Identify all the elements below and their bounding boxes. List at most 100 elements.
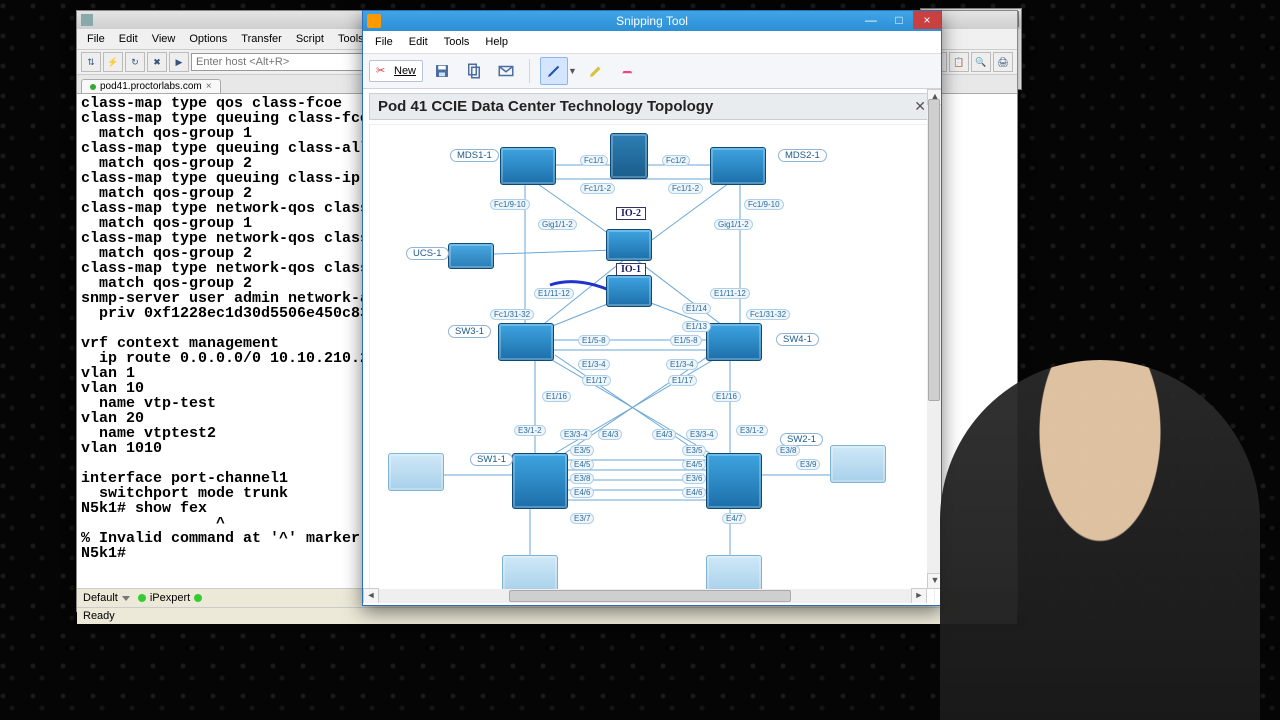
port-label: E3/8 xyxy=(776,445,800,456)
snip-title: Snipping Tool xyxy=(616,14,688,28)
pen-dropdown-icon[interactable]: ▼ xyxy=(568,66,577,76)
snip-new-button[interactable]: ✂ New xyxy=(369,60,423,82)
port-label: E3/7 xyxy=(570,513,594,524)
scissors-icon: ✂ xyxy=(376,64,390,78)
port-label: E1/3-4 xyxy=(666,359,698,370)
label-sw4: SW4-1 xyxy=(776,333,819,346)
port-label: Fc1/31-32 xyxy=(746,309,790,320)
tb-disconnect-icon[interactable]: ✖ xyxy=(147,52,167,72)
port-label: E3/9 xyxy=(796,459,820,470)
node-edge-left[interactable] xyxy=(388,453,444,491)
highlighter-icon[interactable] xyxy=(583,58,609,84)
port-label: E3/3-4 xyxy=(686,429,718,440)
node-ucs1[interactable] xyxy=(448,243,494,269)
tb-quick-connect-icon[interactable]: ⚡ xyxy=(103,52,123,72)
tb-paste-icon[interactable]: 📋 xyxy=(949,52,969,72)
snip-menu-help[interactable]: Help xyxy=(479,34,514,50)
scroll-right-icon[interactable]: ► xyxy=(911,588,927,603)
vscroll-thumb[interactable] xyxy=(928,99,940,401)
vertical-scrollbar[interactable]: ▲ ▼ xyxy=(927,89,941,589)
node-edge-right[interactable] xyxy=(830,445,886,483)
port-label: E1/13 xyxy=(682,321,711,332)
snip-menubar: FileEditToolsHelp xyxy=(363,31,941,54)
label-mds2: MDS2-1 xyxy=(778,149,827,162)
topology-canvas[interactable]: MDS1-1 MDS2-1 UCS-1 IO-2 IO-1 SW3-1 SW4-… xyxy=(369,124,935,603)
eraser-icon[interactable] xyxy=(615,58,641,84)
snip-app-icon xyxy=(367,14,381,28)
tab-close-icon[interactable]: × xyxy=(206,81,212,92)
save-icon[interactable] xyxy=(429,58,455,84)
port-label: E4/3 xyxy=(652,429,676,440)
tb-reconnect-icon[interactable]: ↻ xyxy=(125,52,145,72)
dropdown-icon[interactable] xyxy=(122,596,130,601)
node-fex-right[interactable] xyxy=(706,555,762,593)
node-fex-left[interactable] xyxy=(502,555,558,593)
snipping-tool-window: Snipping Tool — □ × FileEditToolsHelp ✂ … xyxy=(362,10,942,606)
topology-header: Pod 41 CCIE Data Center Technology Topol… xyxy=(369,93,935,120)
topology-close-icon[interactable]: ✕ xyxy=(914,98,926,115)
port-label: E3/1-2 xyxy=(736,425,768,436)
menu-options[interactable]: Options xyxy=(183,31,233,47)
port-label: E1/5-8 xyxy=(578,335,610,346)
node-sw3[interactable] xyxy=(498,323,554,361)
snip-menu-file[interactable]: File xyxy=(369,34,399,50)
terminal-sys-icon xyxy=(81,14,93,26)
snip-new-label: New xyxy=(394,65,416,77)
port-label: Fc1/2 xyxy=(662,155,690,166)
node-server[interactable] xyxy=(610,133,648,179)
menu-view[interactable]: View xyxy=(146,31,182,47)
port-label: Fc1/1-2 xyxy=(580,183,615,194)
host-input[interactable] xyxy=(191,53,371,71)
menu-edit[interactable]: Edit xyxy=(113,31,144,47)
status-led2-icon xyxy=(194,594,202,602)
node-io1[interactable] xyxy=(606,275,652,307)
port-label: E3/8 xyxy=(570,473,594,484)
snip-titlebar[interactable]: Snipping Tool — □ × xyxy=(363,11,941,31)
port-label: E1/11-12 xyxy=(710,288,750,299)
port-label: E3/5 xyxy=(682,445,706,456)
node-mds1[interactable] xyxy=(500,147,556,185)
port-label: E1/14 xyxy=(682,303,711,314)
note-io1: IO-1 xyxy=(616,263,646,276)
horizontal-scrollbar[interactable]: ◄ ► xyxy=(363,589,927,603)
node-mds2[interactable] xyxy=(710,147,766,185)
menu-script[interactable]: Script xyxy=(290,31,330,47)
terminal-tab-active[interactable]: pod41.proctorlabs.com × xyxy=(81,79,221,93)
port-label: E1/3-4 xyxy=(578,359,610,370)
snip-close-button[interactable]: × xyxy=(913,11,941,29)
snip-menu-tools[interactable]: Tools xyxy=(438,34,476,50)
tb-find-icon[interactable]: 🔍 xyxy=(971,52,991,72)
port-label: E1/11-12 xyxy=(534,288,574,299)
snip-maximize-button[interactable]: □ xyxy=(885,11,913,29)
note-io2: IO-2 xyxy=(616,207,646,220)
node-sw2-core[interactable] xyxy=(706,453,762,509)
menu-transfer[interactable]: Transfer xyxy=(235,31,288,47)
port-label: E4/7 xyxy=(722,513,746,524)
pen-tool-button[interactable] xyxy=(540,57,568,85)
node-sw1[interactable] xyxy=(512,453,568,509)
tb-script-icon[interactable]: ▶ xyxy=(169,52,189,72)
port-label: E1/5-8 xyxy=(670,335,702,346)
tb-print-icon[interactable]: 🖨 xyxy=(993,52,1013,72)
port-label: E1/17 xyxy=(582,375,611,386)
port-label: E1/16 xyxy=(712,391,741,402)
scroll-left-icon[interactable]: ◄ xyxy=(363,588,379,603)
port-label: E3/1-2 xyxy=(514,425,546,436)
port-label: E4/5 xyxy=(570,459,594,470)
label-sw1: SW1-1 xyxy=(470,453,513,466)
node-io2[interactable] xyxy=(606,229,652,261)
copy-icon[interactable] xyxy=(461,58,487,84)
menu-file[interactable]: File xyxy=(81,31,111,47)
node-sw4[interactable] xyxy=(706,323,762,361)
snip-menu-edit[interactable]: Edit xyxy=(403,34,434,50)
port-label: Fc1/31-32 xyxy=(490,309,534,320)
tb-connect-icon[interactable]: ⇅ xyxy=(81,52,101,72)
port-label: Fc1/1-2 xyxy=(668,183,703,194)
email-icon[interactable] xyxy=(493,58,519,84)
topology-links xyxy=(370,125,930,603)
port-label: Gig1/1-2 xyxy=(714,219,753,230)
scroll-down-icon[interactable]: ▼ xyxy=(927,573,941,589)
hscroll-thumb[interactable] xyxy=(509,590,791,602)
label-ucs1: UCS-1 xyxy=(406,247,449,260)
snip-minimize-button[interactable]: — xyxy=(857,11,885,29)
